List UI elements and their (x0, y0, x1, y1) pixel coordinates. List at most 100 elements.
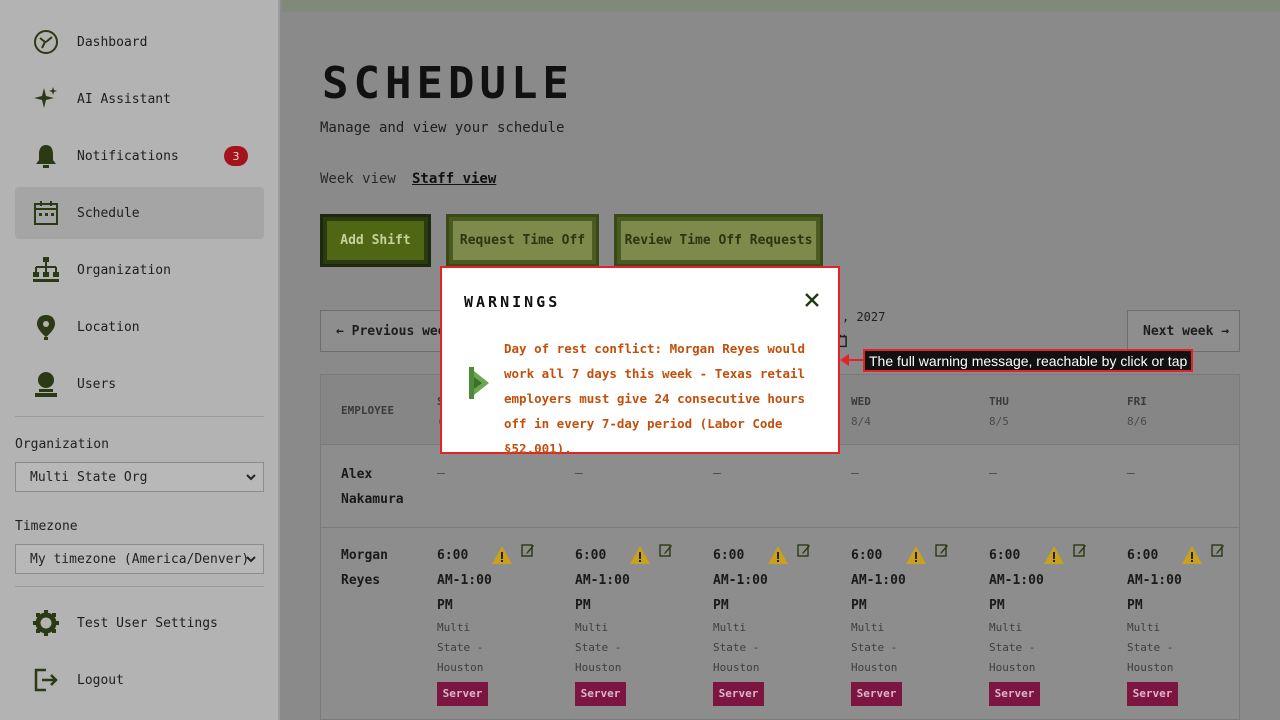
sidebar-item-schedule[interactable]: Schedule (15, 187, 264, 239)
row-divider (321, 527, 1239, 528)
next-week-button[interactable]: Next week → (1127, 310, 1240, 352)
role-badge: Server (437, 682, 488, 706)
shift-location: Multi State - Houston (989, 621, 1036, 674)
bell-icon (32, 142, 60, 170)
tab-staff-view[interactable]: Staff view (412, 171, 496, 187)
organization-select-value: Multi State Org (30, 469, 148, 485)
organization-select[interactable]: Multi State Org (15, 462, 264, 492)
warnings-dialog-title: WARNINGS (464, 293, 561, 311)
empty-cell[interactable]: – (437, 466, 445, 481)
edit-icon[interactable] (521, 543, 535, 557)
sidebar-item-label: Location (77, 319, 140, 335)
shift-location: Multi State - Houston (575, 621, 622, 674)
shift-location: Multi State - Houston (851, 621, 898, 674)
sidebar-item-ai-assistant[interactable]: AI Assistant (15, 73, 264, 125)
sidebar-item-label: AI Assistant (77, 91, 171, 107)
previous-week-button[interactable]: ← Previous week (320, 310, 453, 352)
day-date: 8/4 (851, 415, 871, 428)
sidebar-item-label: Dashboard (77, 34, 148, 50)
warning-icon[interactable] (1181, 545, 1203, 565)
edit-icon[interactable] (935, 543, 949, 557)
warnings-dialog: WARNINGS Day of rest conflict: Morgan Re… (440, 266, 840, 456)
user-icon (32, 370, 60, 398)
warning-icon[interactable] (629, 545, 651, 565)
edit-icon[interactable] (797, 543, 811, 557)
shift-time: 6:00 AM-1:00 PM (437, 548, 492, 613)
sidebar-item-notifications[interactable]: Notifications 3 (15, 130, 264, 182)
sidebar: Dashboard AI Assistant Notifications 3 S… (0, 0, 280, 720)
empty-cell[interactable]: – (1127, 466, 1135, 481)
warning-message[interactable]: Day of rest conflict: Morgan Reyes would… (504, 336, 826, 461)
shift-time: 6:00 AM-1:00 PM (575, 548, 630, 613)
annotation-callout: The full warning message, reachable by c… (863, 349, 1194, 372)
warning-icon[interactable] (767, 545, 789, 565)
role-badge: Server (1127, 682, 1178, 706)
page-subtitle: Manage and view your schedule (320, 120, 565, 136)
role-badge: Server (575, 682, 626, 706)
callout-arrowhead (840, 354, 849, 366)
sidebar-item-dashboard[interactable]: Dashboard (15, 16, 264, 68)
chevron-down-icon (246, 556, 256, 563)
empty-cell[interactable]: – (713, 466, 721, 481)
edit-icon[interactable] (1073, 543, 1087, 557)
employee-name: Morgan Reyes (341, 548, 388, 588)
role-badge: Server (989, 682, 1040, 706)
shift-location: Multi State - Houston (1127, 621, 1174, 674)
test-user-settings-button[interactable]: Test User Settings (15, 597, 264, 649)
role-badge: Server (851, 682, 902, 706)
warning-icon[interactable] (491, 545, 513, 565)
page-title: SCHEDULE (322, 58, 574, 109)
sidebar-item-location[interactable]: Location (15, 301, 264, 353)
logout-button[interactable]: Logout (15, 654, 264, 706)
organization-label: Organization (15, 437, 109, 452)
warning-icon[interactable] (905, 545, 927, 565)
date-range-label: , 2027 (842, 310, 886, 324)
logout-icon (32, 666, 60, 694)
request-time-off-label: Request Time Off (453, 221, 592, 260)
review-time-off-label: Review Time Off Requests (621, 221, 816, 260)
sidebar-item-label: Users (77, 376, 117, 392)
sidebar-item-organization[interactable]: Organization (15, 244, 264, 296)
sidebar-item-users[interactable]: Users (15, 358, 264, 410)
location-pin-icon (32, 313, 60, 341)
sidebar-item-label: Schedule (77, 205, 140, 221)
shift-card[interactable]: 6:00 AM-1:00 PM Multi State - Houston Serv… (437, 543, 557, 706)
timezone-select[interactable]: My timezone (America/Denver) (15, 544, 264, 574)
employee-column-header: EMPLOYEE (341, 404, 394, 417)
logout-label: Logout (77, 672, 124, 688)
test-user-settings-label: Test User Settings (77, 615, 218, 631)
sidebar-item-label: Notifications (77, 148, 179, 164)
shift-location: Multi State - Houston (437, 621, 484, 674)
shift-card[interactable]: 6:00 AM-1:00 PM Multi State - Houston Serv… (713, 543, 833, 706)
day-header: FRI (1127, 395, 1147, 408)
day-header: WED (851, 395, 871, 408)
shift-time: 6:00 AM-1:00 PM (1127, 548, 1182, 613)
dashboard-icon (32, 28, 60, 56)
next-week-label: Next week → (1143, 323, 1230, 339)
empty-cell[interactable]: – (851, 466, 859, 481)
shift-time: 6:00 AM-1:00 PM (989, 548, 1044, 613)
empty-cell[interactable]: – (575, 466, 583, 481)
sidebar-divider (15, 586, 264, 587)
add-shift-button[interactable]: Add Shift (320, 214, 431, 267)
shift-card[interactable]: 6:00 AM-1:00 PM Multi State - Houston Serv… (851, 543, 971, 706)
role-badge: Server (713, 682, 764, 706)
shift-card[interactable]: 6:00 AM-1:00 PM Multi State - Houston Serv… (989, 543, 1109, 706)
edit-icon[interactable] (659, 543, 673, 557)
review-time-off-button[interactable]: Review Time Off Requests (614, 214, 823, 267)
sidebar-divider (15, 416, 264, 417)
tab-week-view[interactable]: Week view (320, 171, 396, 187)
play-arrow-icon (469, 367, 489, 399)
warning-icon[interactable] (1043, 545, 1065, 565)
edit-icon[interactable] (1211, 543, 1225, 557)
notification-count-badge: 3 (224, 146, 248, 166)
calendar-icon (32, 199, 60, 227)
shift-card[interactable]: 6:00 AM-1:00 PM Multi State - Houston Serv… (1127, 543, 1247, 706)
empty-cell[interactable]: – (989, 466, 997, 481)
request-time-off-button[interactable]: Request Time Off (446, 214, 599, 267)
shift-time: 6:00 AM-1:00 PM (713, 548, 768, 613)
day-date: 8/5 (989, 415, 1009, 428)
shift-card[interactable]: 6:00 AM-1:00 PM Multi State - Houston Serv… (575, 543, 695, 706)
close-icon[interactable] (803, 291, 821, 309)
add-shift-label: Add Shift (327, 221, 424, 260)
